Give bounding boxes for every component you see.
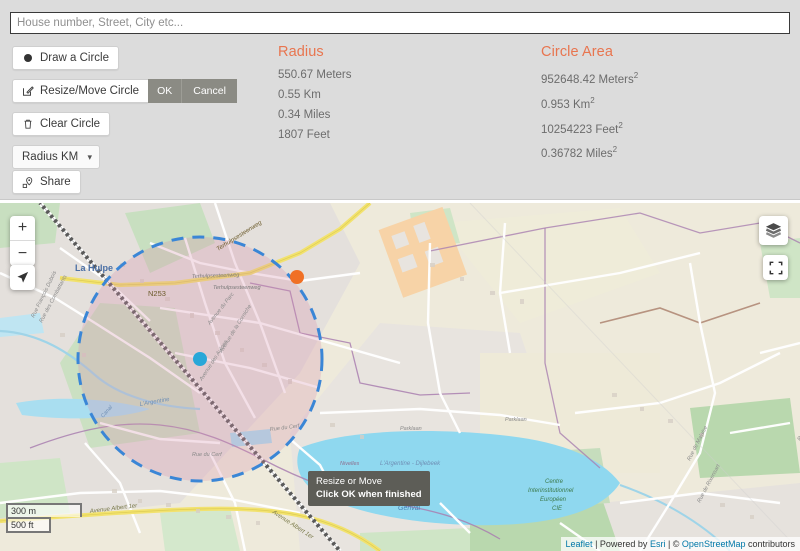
resize-move-circle-label: Resize/Move Circle [40, 84, 139, 98]
map-label: Terhulpsesteenweg [192, 272, 241, 280]
attrib-sep-1: | Powered by [593, 539, 650, 549]
area-miles-exp: 2 [613, 145, 617, 154]
area-meters-exp: 2 [634, 71, 638, 80]
map-label: Avenue des Aulnes [198, 339, 229, 383]
ok-cancel-group: OK Cancel [148, 79, 237, 103]
fullscreen-icon [769, 261, 783, 275]
area-value-miles: 0.36782 Miles2 [541, 143, 638, 161]
map-label: Parklaan [505, 417, 527, 423]
area-value-km: 0.953 Km2 [541, 94, 638, 112]
unit-select-row: Radius KM ▾ [12, 145, 237, 169]
zoom-in-button[interactable]: + [10, 216, 35, 241]
search-input[interactable] [10, 12, 790, 34]
area-results: Circle Area 952648.42 Meters2 0.953 Km2 … [541, 44, 638, 168]
zoom-out-button[interactable]: − [10, 241, 35, 266]
area-heading: Circle Area [541, 44, 638, 60]
map-label: Terhulpsesteenweg [213, 285, 261, 291]
tooltip-line-2: Click OK when finished [316, 488, 422, 501]
tool-button-column: Draw a Circle Resize/Move Circle OK Canc… [12, 46, 237, 178]
map-label: Centre [545, 479, 564, 485]
area-km-text: 0.953 Km [541, 99, 590, 111]
share-label: Share [40, 175, 71, 189]
radius-value-miles: 0.34 Miles [278, 109, 352, 122]
draw-circle-button[interactable]: Draw a Circle [12, 46, 119, 70]
area-value-meters: 952648.42 Meters2 [541, 69, 638, 87]
radius-value-feet: 1807 Feet [278, 129, 352, 142]
map-label: Terhulpsesteenweg [216, 220, 264, 253]
radius-value-km: 0.55 Km [278, 89, 352, 102]
radius-unit-select[interactable]: Radius KM ▾ [12, 145, 100, 169]
control-panel: Draw a Circle Resize/Move Circle OK Canc… [0, 0, 800, 200]
map-label: Nivelles [340, 461, 360, 467]
fullscreen-button[interactable] [763, 255, 788, 280]
map-attribution: Leaflet | Powered by Esri | © OpenStreet… [561, 537, 800, 551]
resize-move-circle-button[interactable]: Resize/Move Circle [12, 79, 148, 103]
resize-move-tooltip: Resize or Move Click OK when finished [308, 471, 430, 506]
area-miles-text: 0.36782 Miles [541, 148, 613, 160]
map-label: Avenue du Parc [206, 292, 236, 327]
map-label: Rue du Cerf [192, 452, 222, 458]
clear-circle-label: Clear Circle [40, 117, 100, 131]
map-label: Parklaan [400, 426, 422, 432]
area-feet-text: 10254223 Feet [541, 123, 618, 135]
clear-circle-button[interactable]: Clear Circle [12, 112, 110, 136]
locate-me-button[interactable] [10, 265, 35, 290]
scale-metric: 300 m [6, 503, 82, 517]
trash-icon [22, 118, 34, 130]
search-bar [10, 12, 790, 34]
clear-circle-row: Clear Circle [12, 112, 237, 136]
map-label: N253 [148, 289, 166, 298]
zoom-control-group: + − [10, 216, 35, 266]
share-location-icon [22, 176, 34, 188]
filled-circle-icon [22, 52, 34, 64]
attrib-sep-2: | © [665, 539, 681, 549]
scale-bar: 300 m 500 ft [6, 503, 82, 533]
app-root: Draw a Circle Resize/Move Circle OK Canc… [0, 0, 800, 551]
map-label: L'Argentine - Dijlebeek [380, 461, 441, 467]
navigation-arrow-icon [15, 270, 30, 285]
radius-value-meters: 550.67 Meters [278, 69, 352, 82]
share-button[interactable]: Share [12, 170, 81, 194]
map-label: Interinstitutionnel [528, 488, 574, 494]
area-feet-exp: 2 [618, 121, 622, 130]
attrib-tail: contributors [745, 539, 795, 549]
leaflet-link[interactable]: Leaflet [566, 539, 593, 549]
map-label: Européen [540, 497, 567, 503]
map-label: CIE [552, 506, 563, 512]
map-label: Avenue Albert 1er [89, 503, 139, 515]
esri-link[interactable]: Esri [650, 539, 666, 549]
map-label: Avenue Albert 1er [270, 509, 315, 541]
chevron-down-icon: ▾ [87, 150, 92, 164]
layers-button[interactable] [759, 216, 788, 245]
share-row: Share [12, 170, 81, 194]
area-value-feet: 10254223 Feet2 [541, 119, 638, 137]
radius-heading: Radius [278, 44, 352, 60]
map-label: Rue de Rixensart [696, 463, 721, 504]
edit-square-icon [22, 85, 34, 97]
draw-circle-row: Draw a Circle [12, 46, 237, 70]
openstreetmap-link[interactable]: OpenStreetMap [682, 539, 746, 549]
map-label: Canal [100, 404, 115, 419]
cancel-button[interactable]: Cancel [181, 79, 237, 103]
map-label: Genval [398, 505, 421, 512]
map-label: Rue du Cerf [270, 423, 301, 433]
radius-unit-value: Radius KM [22, 151, 78, 163]
map-label: Rue de Malaise [686, 425, 709, 462]
layers-icon [764, 221, 783, 240]
draw-circle-label: Draw a Circle [40, 51, 109, 65]
resize-move-row: Resize/Move Circle OK Cancel [12, 79, 237, 103]
map-label: La Hulpe [75, 263, 113, 273]
radius-results: Radius 550.67 Meters 0.55 Km 0.34 Miles … [278, 44, 352, 149]
map-canvas[interactable]: La Hulpe N253 Terhulpsesteenweg Terhulpsest… [0, 203, 800, 551]
ok-button[interactable]: OK [148, 79, 181, 103]
tooltip-line-1: Resize or Move [316, 475, 422, 488]
area-km-exp: 2 [590, 96, 594, 105]
map-label: L'Argentine [139, 397, 170, 408]
scale-imperial: 500 ft [6, 517, 51, 533]
area-meters-text: 952648.42 Meters [541, 74, 634, 86]
map-label: Rosières [797, 420, 800, 442]
